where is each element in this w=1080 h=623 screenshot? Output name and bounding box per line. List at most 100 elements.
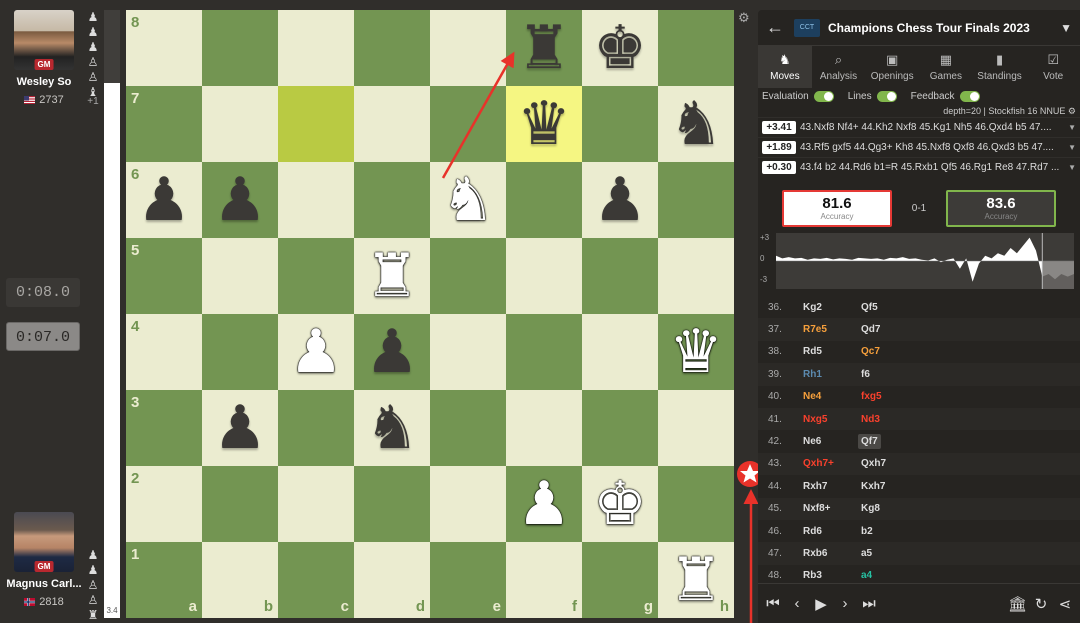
lines-toggle[interactable]: Lines [848, 90, 897, 102]
square-c6[interactable] [278, 162, 354, 238]
square-b2[interactable] [202, 466, 278, 542]
engine-settings-gear-icon[interactable]: ⚙ [1068, 106, 1076, 116]
white-queen[interactable]: ♛ [669, 322, 723, 382]
square-h2[interactable] [658, 466, 734, 542]
square-d8[interactable] [354, 10, 430, 86]
back-arrow-icon[interactable]: ← [766, 17, 786, 38]
white-move[interactable]: Rxh7 [800, 479, 858, 494]
square-g4[interactable] [582, 314, 658, 390]
engine-line-moves[interactable]: 43.f4 b2 44.Rd6 b1=R 45.Rxb1 Qf5 46.Rg1 … [800, 162, 1064, 173]
square-e8[interactable] [430, 10, 506, 86]
evaluation-toggle[interactable]: Evaluation [762, 90, 834, 102]
bottom-player-avatar[interactable]: GM [14, 512, 74, 572]
square-g7[interactable] [582, 86, 658, 162]
black-king[interactable]: ♚ [593, 18, 647, 78]
white-pawn[interactable]: ♟ [517, 474, 571, 534]
black-pawn[interactable]: ♟ [213, 170, 267, 230]
square-h6[interactable] [658, 162, 734, 238]
square-c2[interactable] [278, 466, 354, 542]
square-f7[interactable]: ♛ [506, 86, 582, 162]
chevron-down-icon[interactable]: ▼ [1068, 143, 1076, 152]
square-h4[interactable]: ♛ [658, 314, 734, 390]
white-knight[interactable]: ♞ [441, 170, 495, 230]
square-h5[interactable] [658, 238, 734, 314]
white-move[interactable]: Nxg5 [800, 412, 858, 427]
square-c4[interactable]: ♟ [278, 314, 354, 390]
black-pawn[interactable]: ♟ [593, 170, 647, 230]
white-move[interactable]: Qxh7+ [800, 456, 858, 471]
square-d3[interactable]: ♞ [354, 390, 430, 466]
square-e4[interactable] [430, 314, 506, 390]
square-f5[interactable] [506, 238, 582, 314]
black-move[interactable]: fxg5 [858, 389, 916, 404]
square-b6[interactable]: ♟ [202, 162, 278, 238]
white-move[interactable]: Rd5 [800, 344, 858, 359]
chess-board[interactable]: 8 ♜ ♚ 7 ♛ ♞ 6 ♟ ♟ ♞ ♟ 5 ♜ 4 ♟ ♟ ♛ 3 ♟ ♞ 2 ♟ ♚ 1 a b c d e f g h ♜ [126, 10, 734, 618]
square-h7[interactable]: ♞ [658, 86, 734, 162]
square-f8[interactable]: ♜ [506, 10, 582, 86]
black-pawn[interactable]: ♟ [365, 322, 419, 382]
square-f6[interactable] [506, 162, 582, 238]
square-a8[interactable]: 8 [126, 10, 202, 86]
square-h8[interactable] [658, 10, 734, 86]
feedback-toggle[interactable]: Feedback [911, 90, 980, 102]
white-move[interactable]: R7e5 [800, 322, 858, 337]
square-g1[interactable]: g [582, 542, 658, 618]
black-move[interactable]: Qf7 [858, 434, 881, 450]
square-g6[interactable]: ♟ [582, 162, 658, 238]
square-f4[interactable] [506, 314, 582, 390]
square-d5[interactable]: ♜ [354, 238, 430, 314]
chevron-down-icon[interactable]: ▼ [1068, 163, 1076, 172]
square-b1[interactable]: b [202, 542, 278, 618]
white-move[interactable]: Nxf8+ [800, 501, 858, 516]
square-b3[interactable]: ♟ [202, 390, 278, 466]
chevron-down-icon[interactable]: ▼ [1068, 123, 1076, 132]
white-move[interactable]: Rxb6 [800, 546, 858, 561]
last-move-icon[interactable]: ⏭ [860, 595, 878, 612]
chevron-down-icon[interactable]: ▼ [1060, 21, 1072, 35]
square-d4[interactable]: ♟ [354, 314, 430, 390]
square-a4[interactable]: 4 [126, 314, 202, 390]
move-list[interactable]: 36. Kg2 Qf5 37. R7e5 Qd7 38. Rd5 Qc7 39. Rh1 f6 40. N… [758, 296, 1080, 583]
white-rook[interactable]: ♜ [669, 550, 723, 610]
square-e1[interactable]: e [430, 542, 506, 618]
engine-line-moves[interactable]: 43.Rf5 gxf5 44.Qg3+ Kh8 45.Nxf8 Qxf8 46.… [800, 142, 1064, 153]
tab-moves[interactable]: ♞ Moves [758, 46, 812, 88]
square-g8[interactable]: ♚ [582, 10, 658, 86]
black-pawn[interactable]: ♟ [137, 170, 191, 230]
refresh-icon[interactable]: ↻ [1032, 595, 1050, 613]
square-e2[interactable] [430, 466, 506, 542]
engine-line[interactable]: +0.30 43.f4 b2 44.Rd6 b1=R 45.Rxb1 Qf5 46… [758, 157, 1080, 177]
square-b5[interactable] [202, 238, 278, 314]
white-king[interactable]: ♚ [593, 474, 647, 534]
first-move-icon[interactable]: ⏮ [764, 595, 782, 612]
black-move[interactable]: Kg8 [858, 501, 916, 516]
engine-line[interactable]: +1.89 43.Rf5 gxf5 44.Qg3+ Kh8 45.Nxf8 Qxf… [758, 137, 1080, 157]
tab-vote[interactable]: ☑ Vote [1026, 46, 1080, 88]
square-h3[interactable] [658, 390, 734, 466]
square-b4[interactable] [202, 314, 278, 390]
white-move[interactable]: Kg2 [800, 300, 858, 315]
black-move[interactable]: Qf5 [858, 300, 916, 315]
white-pawn[interactable]: ♟ [289, 322, 343, 382]
white-rook[interactable]: ♜ [365, 246, 419, 306]
square-c5[interactable] [278, 238, 354, 314]
square-g5[interactable] [582, 238, 658, 314]
square-b8[interactable] [202, 10, 278, 86]
museum-icon[interactable]: 🏛 [1008, 595, 1027, 613]
top-player-avatar[interactable]: GM [14, 10, 74, 70]
play-icon[interactable]: ▶ [812, 595, 830, 613]
square-f1[interactable]: f [506, 542, 582, 618]
top-player-name[interactable]: Wesley So [0, 76, 88, 88]
black-pawn[interactable]: ♟ [213, 398, 267, 458]
black-move[interactable]: a5 [858, 546, 916, 561]
square-f3[interactable] [506, 390, 582, 466]
white-move[interactable]: Rh1 [800, 367, 858, 382]
next-move-icon[interactable]: › [836, 595, 854, 612]
square-g3[interactable] [582, 390, 658, 466]
evaluation-graph[interactable]: +3 0 -3 [760, 233, 1076, 289]
square-f2[interactable]: ♟ [506, 466, 582, 542]
black-move[interactable]: Qxh7 [858, 456, 916, 471]
black-move[interactable]: Qc7 [858, 344, 916, 359]
square-b7[interactable] [202, 86, 278, 162]
